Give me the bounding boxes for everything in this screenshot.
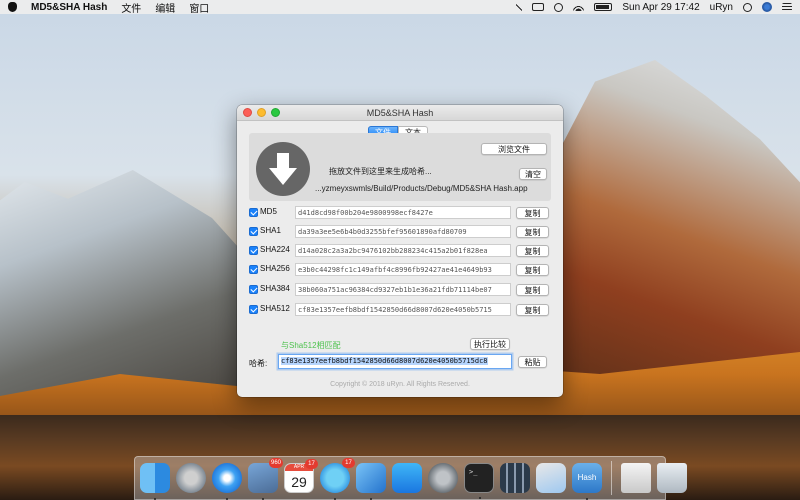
copy-sha384-button[interactable]: 复制 bbox=[516, 284, 549, 296]
md5-checkbox[interactable] bbox=[249, 208, 258, 217]
sha512-value-field[interactable]: cf83e1357eefb8bdf1542850d66d8007d620e405… bbox=[295, 303, 511, 316]
compare-hash-label: 哈希: bbox=[249, 359, 268, 368]
hash-label: SHA224 bbox=[260, 245, 290, 254]
hash-row-sha1: SHA1 da39a3ee5e6b4b0d3255bfef95601890afd… bbox=[249, 225, 554, 239]
menu-file[interactable]: 文件 bbox=[121, 0, 141, 15]
bluetooth-icon[interactable] bbox=[516, 2, 523, 12]
compare-hash-input[interactable]: cf83e1357eefb8bdf1542850d66d8007d620e405… bbox=[278, 354, 512, 369]
drop-hint-text: 拖放文件到这里来生成哈希... bbox=[329, 167, 432, 176]
minimize-window-button[interactable] bbox=[257, 108, 266, 117]
sha512-checkbox[interactable] bbox=[249, 305, 258, 314]
hash-app-icon[interactable]: Hash bbox=[572, 463, 602, 500]
airplay-icon[interactable] bbox=[532, 3, 545, 11]
app-store-icon[interactable] bbox=[392, 463, 422, 493]
hash-label: SHA384 bbox=[260, 284, 290, 293]
sha1-checkbox[interactable] bbox=[249, 227, 258, 236]
time-machine-icon[interactable] bbox=[554, 2, 564, 12]
file-path-text: ...yzmeyxswmls/Build/Products/Debug/MD5&… bbox=[315, 184, 528, 193]
copy-sha256-button[interactable]: 复制 bbox=[516, 264, 549, 276]
file-drop-zone[interactable]: 浏览文件 拖放文件到这里来生成哈希... 清空 ...yzmeyxswmls/B… bbox=[249, 133, 551, 201]
match-result-text: 与Sha512相匹配 bbox=[281, 341, 341, 350]
documents-stack-icon[interactable] bbox=[621, 463, 651, 493]
copy-sha224-button[interactable]: 复制 bbox=[516, 245, 549, 257]
wifi-icon[interactable] bbox=[573, 3, 585, 11]
calendar-icon[interactable]: APR 29 17 bbox=[284, 459, 318, 493]
hash-row-sha512: SHA512 cf83e1357eefb8bdf1542850d66d8007d… bbox=[249, 303, 554, 317]
browse-file-button[interactable]: 浏览文件 bbox=[481, 143, 547, 155]
photos-badge: 960 bbox=[268, 458, 283, 468]
window-title: MD5&SHA Hash bbox=[366, 108, 434, 118]
safari-icon[interactable] bbox=[212, 463, 242, 500]
hash-label: MD5 bbox=[260, 207, 277, 216]
hash-label: SHA256 bbox=[260, 264, 290, 273]
menu-edit[interactable]: 编辑 bbox=[155, 0, 175, 15]
copy-sha512-button[interactable]: 复制 bbox=[516, 304, 549, 316]
copyright-text: Copyright © 2018 uRyn. All Rights Reserv… bbox=[330, 381, 470, 388]
menu-bar: MD5&SHA Hash 文件 编辑 窗口 Sun Apr 29 17:42 u… bbox=[0, 0, 800, 15]
columns-app-icon[interactable] bbox=[500, 463, 530, 493]
sha256-checkbox[interactable] bbox=[249, 265, 258, 274]
compare-hash-value: cf83e1357eefb8bdf1542850d66d8007d620e405… bbox=[281, 357, 488, 365]
sha384-checkbox[interactable] bbox=[249, 285, 258, 294]
messages-icon[interactable]: 17 bbox=[320, 458, 355, 500]
menu-app-name[interactable]: MD5&SHA Hash bbox=[31, 2, 107, 13]
paste-button[interactable]: 粘贴 bbox=[518, 356, 547, 368]
preview-icon[interactable] bbox=[536, 463, 566, 493]
launchpad-icon[interactable] bbox=[176, 463, 206, 493]
download-arrow-icon bbox=[256, 142, 310, 196]
zoom-window-button[interactable] bbox=[271, 108, 280, 117]
battery-icon[interactable] bbox=[594, 3, 613, 11]
siri-icon[interactable] bbox=[762, 2, 772, 12]
dock: 960 APR 29 17 17 Hash bbox=[134, 456, 687, 500]
dock-separator bbox=[611, 461, 612, 495]
spotlight-icon[interactable] bbox=[743, 2, 752, 12]
xcode-icon[interactable] bbox=[356, 463, 386, 500]
notification-center-icon[interactable] bbox=[782, 3, 792, 11]
messages-badge: 17 bbox=[342, 458, 355, 468]
sha224-checkbox[interactable] bbox=[249, 246, 258, 255]
sha384-value-field[interactable]: 38b060a751ac96384cd9327eb1b1e36a21fdb711… bbox=[295, 283, 511, 296]
clear-button[interactable]: 清空 bbox=[519, 168, 547, 180]
sha1-value-field[interactable]: da39a3ee5e6b4b0d3255bfef95601890afd80709 bbox=[295, 225, 511, 238]
compare-button[interactable]: 执行比较 bbox=[470, 338, 510, 350]
photos-app-icon[interactable]: 960 bbox=[248, 458, 283, 500]
hash-row-sha256: SHA256 e3b0c44298fc1c149afbf4c8996fb9242… bbox=[249, 263, 554, 277]
menu-window[interactable]: 窗口 bbox=[189, 0, 209, 15]
hash-label: SHA512 bbox=[260, 304, 290, 313]
hash-app-label: Hash bbox=[577, 473, 597, 482]
apple-menu-icon[interactable] bbox=[8, 2, 17, 12]
copy-sha1-button[interactable]: 复制 bbox=[516, 226, 549, 238]
hash-row-sha384: SHA384 38b060a751ac96384cd9327eb1b1e36a2… bbox=[249, 283, 554, 297]
app-window: MD5&SHA Hash 文件 文本 浏览文件 拖放文件到这里来生成哈希... … bbox=[237, 105, 563, 397]
sha224-value-field[interactable]: d14a028c2a3a2bc9476102bb288234c415a2b01f… bbox=[295, 244, 511, 257]
sha256-value-field[interactable]: e3b0c44298fc1c149afbf4c8996fb92427ae41e4… bbox=[295, 263, 511, 276]
copy-md5-button[interactable]: 复制 bbox=[516, 207, 549, 219]
terminal-icon[interactable] bbox=[464, 463, 494, 499]
hash-row-md5: MD5 d41d8cd98f00b204e9800998ecf8427e 复制 bbox=[249, 206, 554, 220]
finder-icon[interactable] bbox=[140, 463, 170, 500]
calendar-day: 29 bbox=[291, 474, 307, 490]
hash-label: SHA1 bbox=[260, 226, 281, 235]
system-preferences-icon[interactable] bbox=[428, 463, 458, 493]
menu-clock[interactable]: Sun Apr 29 17:42 bbox=[622, 2, 699, 13]
trash-icon[interactable] bbox=[657, 463, 687, 493]
window-titlebar[interactable]: MD5&SHA Hash bbox=[237, 105, 563, 121]
close-window-button[interactable] bbox=[243, 108, 252, 117]
calendar-badge: 17 bbox=[305, 459, 318, 469]
hash-row-sha224: SHA224 d14a028c2a3a2bc9476102bb288234c41… bbox=[249, 244, 554, 258]
menu-user[interactable]: uRyn bbox=[710, 2, 733, 13]
md5-value-field[interactable]: d41d8cd98f00b204e9800998ecf8427e bbox=[295, 206, 511, 219]
